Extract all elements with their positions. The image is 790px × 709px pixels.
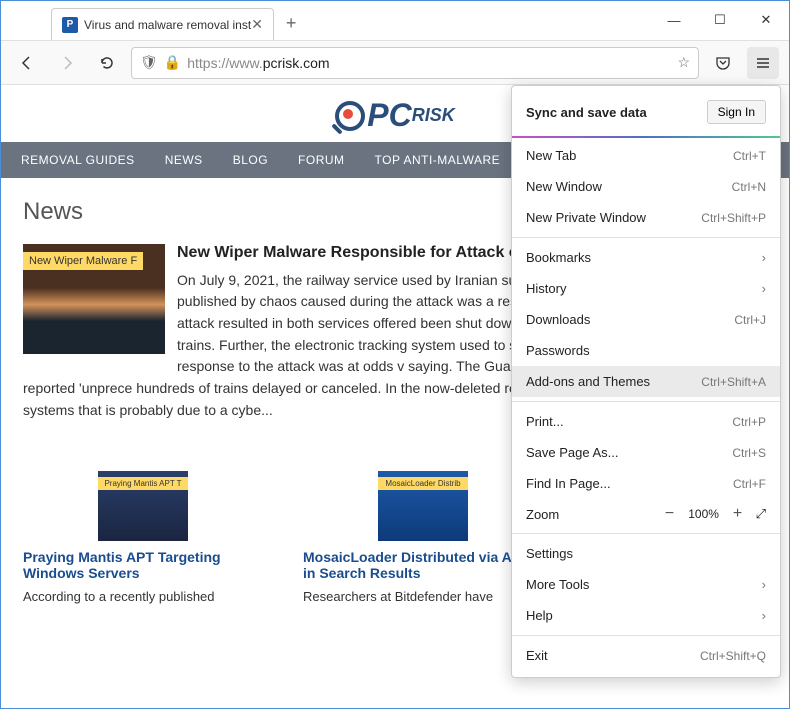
menu-zoom: Zoom − 100% + ⤢ (512, 499, 780, 529)
lock-icon[interactable]: 🔒 (164, 54, 181, 71)
nav-anti-malware[interactable]: TOP ANTI-MALWARE (375, 153, 501, 167)
chevron-right-icon: › (762, 250, 766, 265)
close-window-button[interactable]: ✕ (743, 0, 789, 40)
menu-sync-header: Sync and save data Sign In (512, 92, 780, 132)
menu-item-history[interactable]: History› (512, 273, 780, 304)
menu-item-print-[interactable]: Print...Ctrl+P (512, 406, 780, 437)
nav-removal-guides[interactable]: REMOVAL GUIDES (21, 153, 135, 167)
menu-item-settings[interactable]: Settings (512, 538, 780, 569)
chevron-right-icon: › (762, 281, 766, 296)
menu-item-add-ons-and-themes[interactable]: Add-ons and ThemesCtrl+Shift+A (512, 366, 780, 397)
menu-item-new-tab[interactable]: New TabCtrl+T (512, 140, 780, 171)
window-controls: — ☐ ✕ (651, 0, 789, 40)
menu-item-save-page-as-[interactable]: Save Page As...Ctrl+S (512, 437, 780, 468)
reload-button[interactable] (91, 47, 123, 79)
shield-icon[interactable]: 🛡 (140, 54, 158, 71)
new-tab-button[interactable]: + (286, 13, 297, 34)
menu-item-new-window[interactable]: New WindowCtrl+N (512, 171, 780, 202)
url-domain: pcrisk.com (263, 55, 330, 71)
card-1-body: According to a recently published (23, 589, 263, 604)
url-prefix: https://www. (187, 55, 262, 71)
maximize-button[interactable]: ☐ (697, 0, 743, 40)
site-logo[interactable]: PCrisk (335, 97, 454, 134)
toolbar: 🛡 🔒 https://www.pcrisk.com ☆ (1, 41, 789, 85)
menu-item-exit[interactable]: ExitCtrl+Shift+Q (512, 640, 780, 671)
zoom-value: 100% (682, 507, 726, 521)
titlebar: P Virus and malware removal inst ✕ + — ☐… (1, 1, 789, 41)
application-menu: Sync and save data Sign In New TabCtrl+T… (511, 85, 781, 678)
menu-separator (512, 136, 780, 138)
url-bar[interactable]: 🛡 🔒 https://www.pcrisk.com ☆ (131, 47, 699, 79)
menu-item-more-tools[interactable]: More Tools› (512, 569, 780, 600)
card-1-image: Praying Mantis APT T (98, 471, 188, 541)
menu-button[interactable] (747, 47, 779, 79)
tab-title: Virus and malware removal inst (84, 18, 251, 32)
card-2-title[interactable]: MosaicLoader Distributed via Ads in Sear… (303, 549, 543, 581)
chevron-right-icon: › (762, 577, 766, 592)
nav-forum[interactable]: FORUM (298, 153, 345, 167)
card-2[interactable]: MosaicLoader Distrib MosaicLoader Distri… (303, 471, 543, 604)
forward-button[interactable] (51, 47, 83, 79)
back-button[interactable] (11, 47, 43, 79)
zoom-in-button[interactable]: + (726, 505, 750, 523)
menu-item-find-in-page-[interactable]: Find In Page...Ctrl+F (512, 468, 780, 499)
card-1-title[interactable]: Praying Mantis APT Targeting Windows Ser… (23, 549, 263, 581)
menu-item-bookmarks[interactable]: Bookmarks› (512, 242, 780, 273)
menu-item-help[interactable]: Help› (512, 600, 780, 631)
card-2-body: Researchers at Bitdefender have (303, 589, 543, 604)
sign-in-button[interactable]: Sign In (707, 100, 766, 124)
menu-item-passwords[interactable]: Passwords (512, 335, 780, 366)
nav-blog[interactable]: BLOG (233, 153, 268, 167)
bookmark-star-icon[interactable]: ☆ (677, 54, 690, 71)
zoom-out-button[interactable]: − (658, 505, 682, 523)
minimize-button[interactable]: — (651, 0, 697, 40)
nav-news[interactable]: NEWS (165, 153, 203, 167)
pocket-button[interactable] (707, 47, 739, 79)
browser-tab[interactable]: P Virus and malware removal inst ✕ (51, 8, 274, 40)
fullscreen-icon[interactable]: ⤢ (756, 506, 766, 522)
card-2-image: MosaicLoader Distrib (378, 471, 468, 541)
chevron-right-icon: › (762, 608, 766, 623)
close-tab-icon[interactable]: ✕ (251, 16, 263, 33)
article-thumbnail[interactable]: New Wiper Malware F (23, 244, 165, 354)
card-1[interactable]: Praying Mantis APT T Praying Mantis APT … (23, 471, 263, 604)
menu-item-downloads[interactable]: DownloadsCtrl+J (512, 304, 780, 335)
menu-item-new-private-window[interactable]: New Private WindowCtrl+Shift+P (512, 202, 780, 233)
thumb-label: New Wiper Malware F (23, 252, 143, 270)
favicon: P (62, 17, 78, 33)
